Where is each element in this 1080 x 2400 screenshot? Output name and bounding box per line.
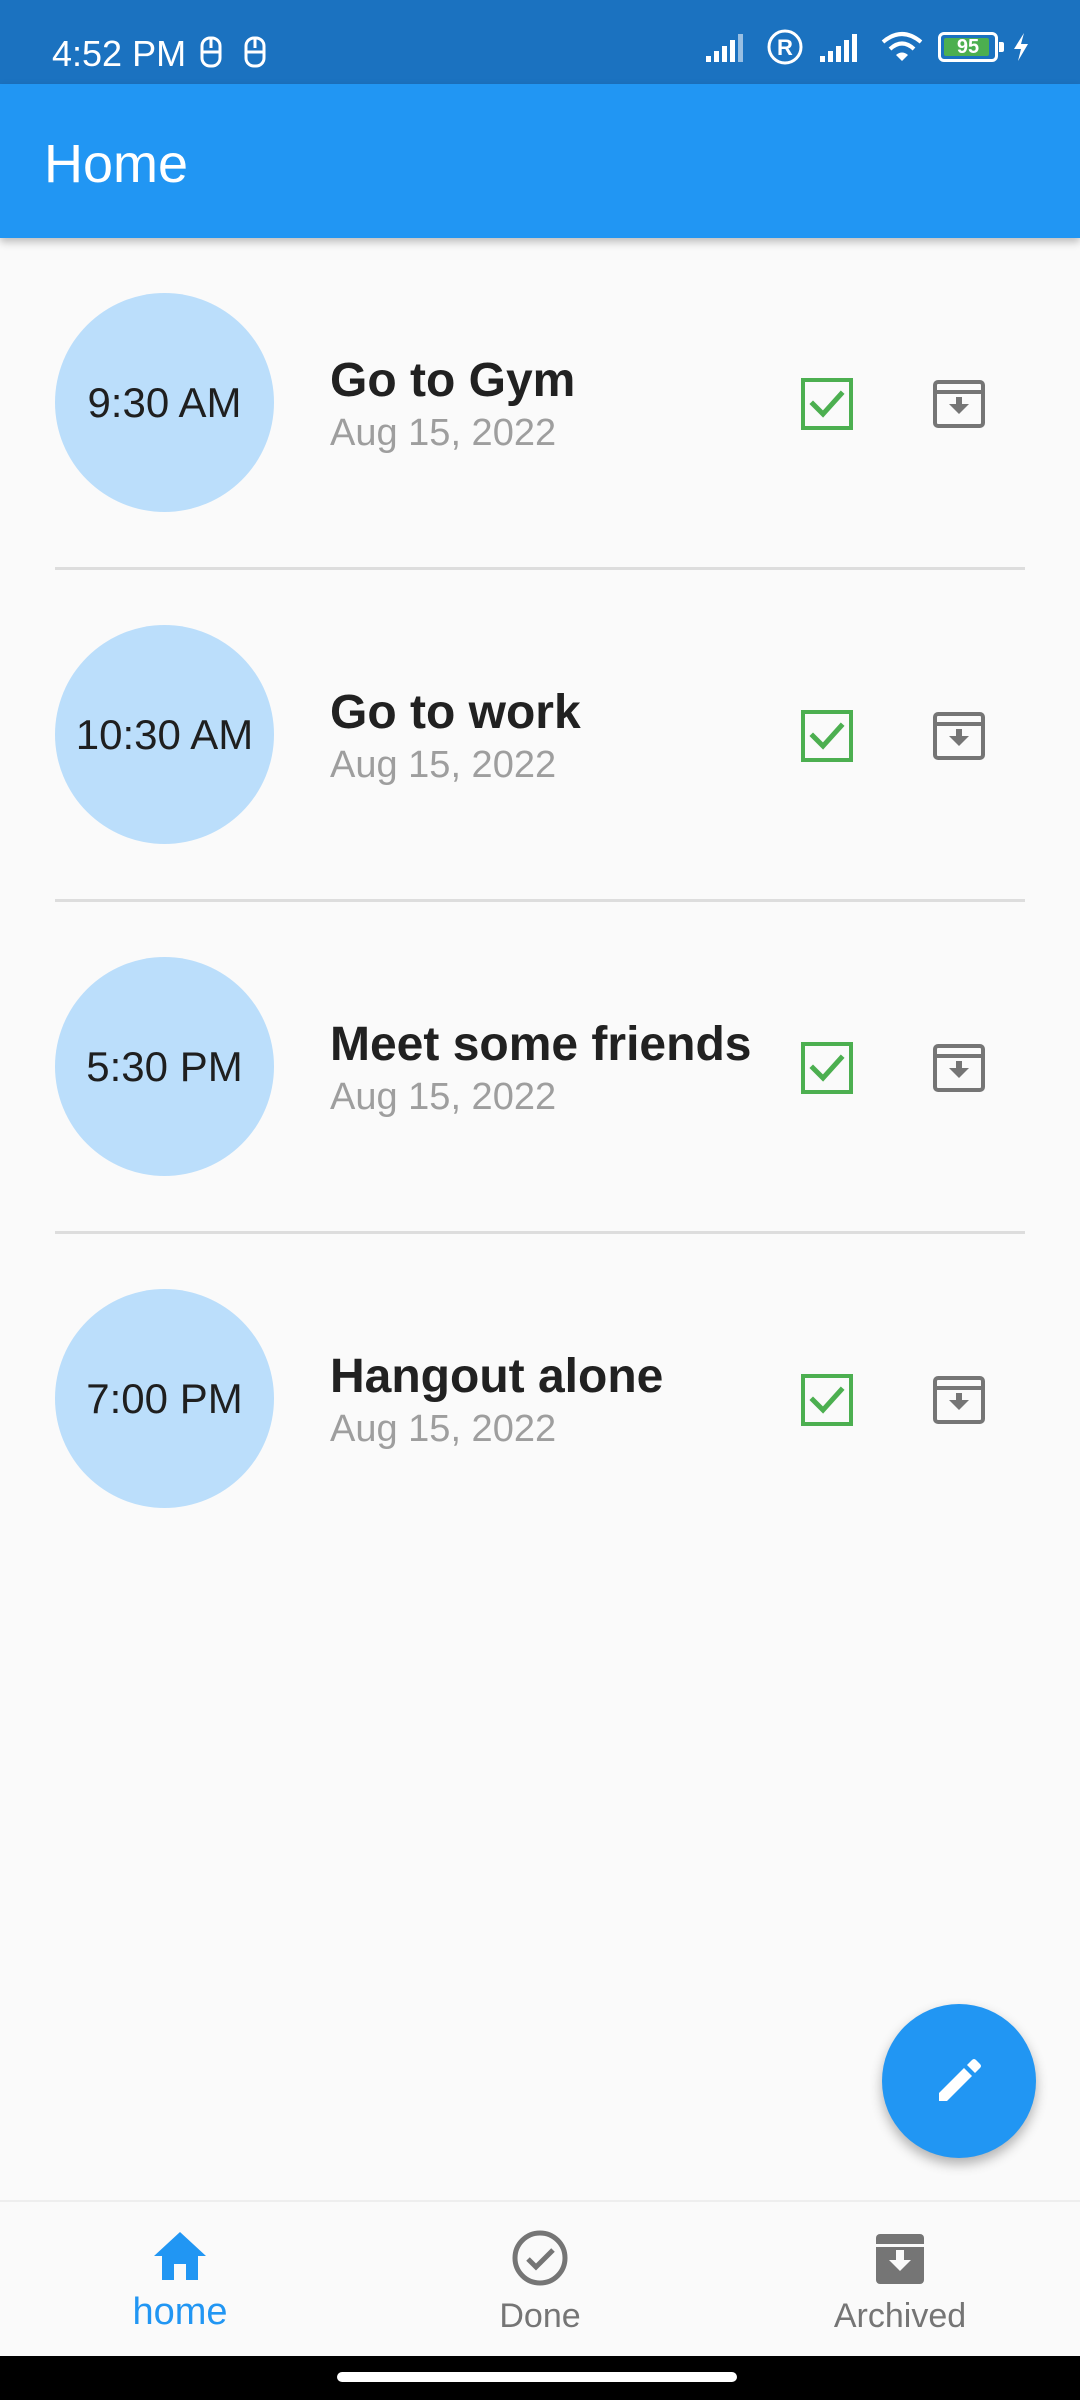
battery-level: 95: [956, 36, 980, 58]
battery-tip: [999, 42, 1004, 52]
task-time: 10:30 AM: [75, 710, 254, 758]
wifi-icon: [881, 32, 923, 61]
nav-label-home: home: [132, 2291, 228, 2333]
task-text: Go to Gym Aug 15, 2022: [330, 238, 760, 570]
task-time-circle: 9:30 AM: [55, 293, 274, 512]
archive-icon: [933, 1044, 985, 1092]
task-item[interactable]: 7:00 PM Hangout alone Aug 15, 2022: [0, 1234, 1080, 1566]
archive-button[interactable]: [926, 1035, 992, 1101]
check-box-icon: [801, 1374, 853, 1426]
roaming-icon: R: [767, 29, 803, 65]
check-circle-icon: [512, 2230, 568, 2286]
nav-item-home[interactable]: home: [0, 2202, 360, 2358]
task-date: Aug 15, 2022: [330, 744, 557, 786]
task-time: 9:30 AM: [87, 378, 242, 426]
gesture-area: [0, 2356, 1080, 2400]
task-text: Go to work Aug 15, 2022: [330, 570, 760, 902]
archive-icon: [876, 2234, 924, 2284]
status-bar: 4:52 PM R 95: [0, 0, 1080, 84]
notification-icon: [200, 36, 222, 68]
home-gesture-bar[interactable]: [337, 2372, 737, 2382]
task-title: Meet some friends: [330, 1018, 752, 1071]
archive-icon: [933, 380, 985, 428]
task-time-circle: 10:30 AM: [55, 625, 274, 844]
svg-text:R: R: [777, 35, 793, 60]
task-title: Go to Gym: [330, 354, 576, 407]
task-time: 5:30 PM: [86, 1042, 243, 1090]
archive-button[interactable]: [926, 703, 992, 769]
task-item[interactable]: 5:30 PM Meet some friends Aug 15, 2022: [0, 902, 1080, 1234]
status-time: 4:52 PM: [52, 33, 187, 74]
check-box-icon: [801, 1042, 853, 1094]
nav-item-archived[interactable]: Archived: [720, 2202, 1080, 2358]
task-time-circle: 5:30 PM: [55, 957, 274, 1176]
task-title: Hangout alone: [330, 1350, 664, 1403]
mark-done-button[interactable]: [794, 371, 860, 437]
task-title: Go to work: [330, 686, 581, 739]
check-box-icon: [801, 378, 853, 430]
task-item[interactable]: 10:30 AM Go to work Aug 15, 2022: [0, 570, 1080, 902]
task-list: 9:30 AM Go to Gym Aug 15, 2022 10:30 AM: [0, 238, 1080, 1566]
edit-icon: [939, 2059, 981, 2101]
add-task-fab[interactable]: [882, 2004, 1036, 2158]
task-text: Hangout alone Aug 15, 2022: [330, 1234, 760, 1566]
nav-label-done: Done: [499, 2297, 581, 2335]
bottom-navigation: home Done Archived: [0, 2200, 1080, 2358]
task-item[interactable]: 9:30 AM Go to Gym Aug 15, 2022: [0, 238, 1080, 570]
task-text: Meet some friends Aug 15, 2022: [330, 902, 760, 1234]
home-icon: [154, 2232, 206, 2280]
status-notification-icons: [200, 36, 266, 68]
nav-label-archived: Archived: [833, 2297, 967, 2335]
task-date: Aug 15, 2022: [330, 1408, 557, 1450]
archive-icon: [933, 1376, 985, 1424]
task-date: Aug 15, 2022: [330, 412, 557, 454]
mark-done-button[interactable]: [794, 1367, 860, 1433]
notification-icon: [244, 36, 266, 68]
status-right-icons: R 95: [704, 28, 1030, 66]
app-bar: Home: [0, 84, 1080, 238]
check-box-icon: [801, 710, 853, 762]
archive-icon: [933, 712, 985, 760]
page-title: Home: [44, 134, 189, 194]
mark-done-button[interactable]: [794, 703, 860, 769]
battery-icon: 95: [938, 32, 1004, 62]
mark-done-button[interactable]: [794, 1035, 860, 1101]
charging-icon: [1014, 33, 1028, 61]
signal-icon: [820, 34, 857, 62]
task-time: 7:00 PM: [86, 1374, 243, 1422]
task-date: Aug 15, 2022: [330, 1076, 557, 1118]
archive-button[interactable]: [926, 371, 992, 437]
signal-icon: [706, 34, 743, 62]
nav-item-done[interactable]: Done: [360, 2202, 720, 2358]
task-time-circle: 7:00 PM: [55, 1289, 274, 1508]
archive-button[interactable]: [926, 1367, 992, 1433]
